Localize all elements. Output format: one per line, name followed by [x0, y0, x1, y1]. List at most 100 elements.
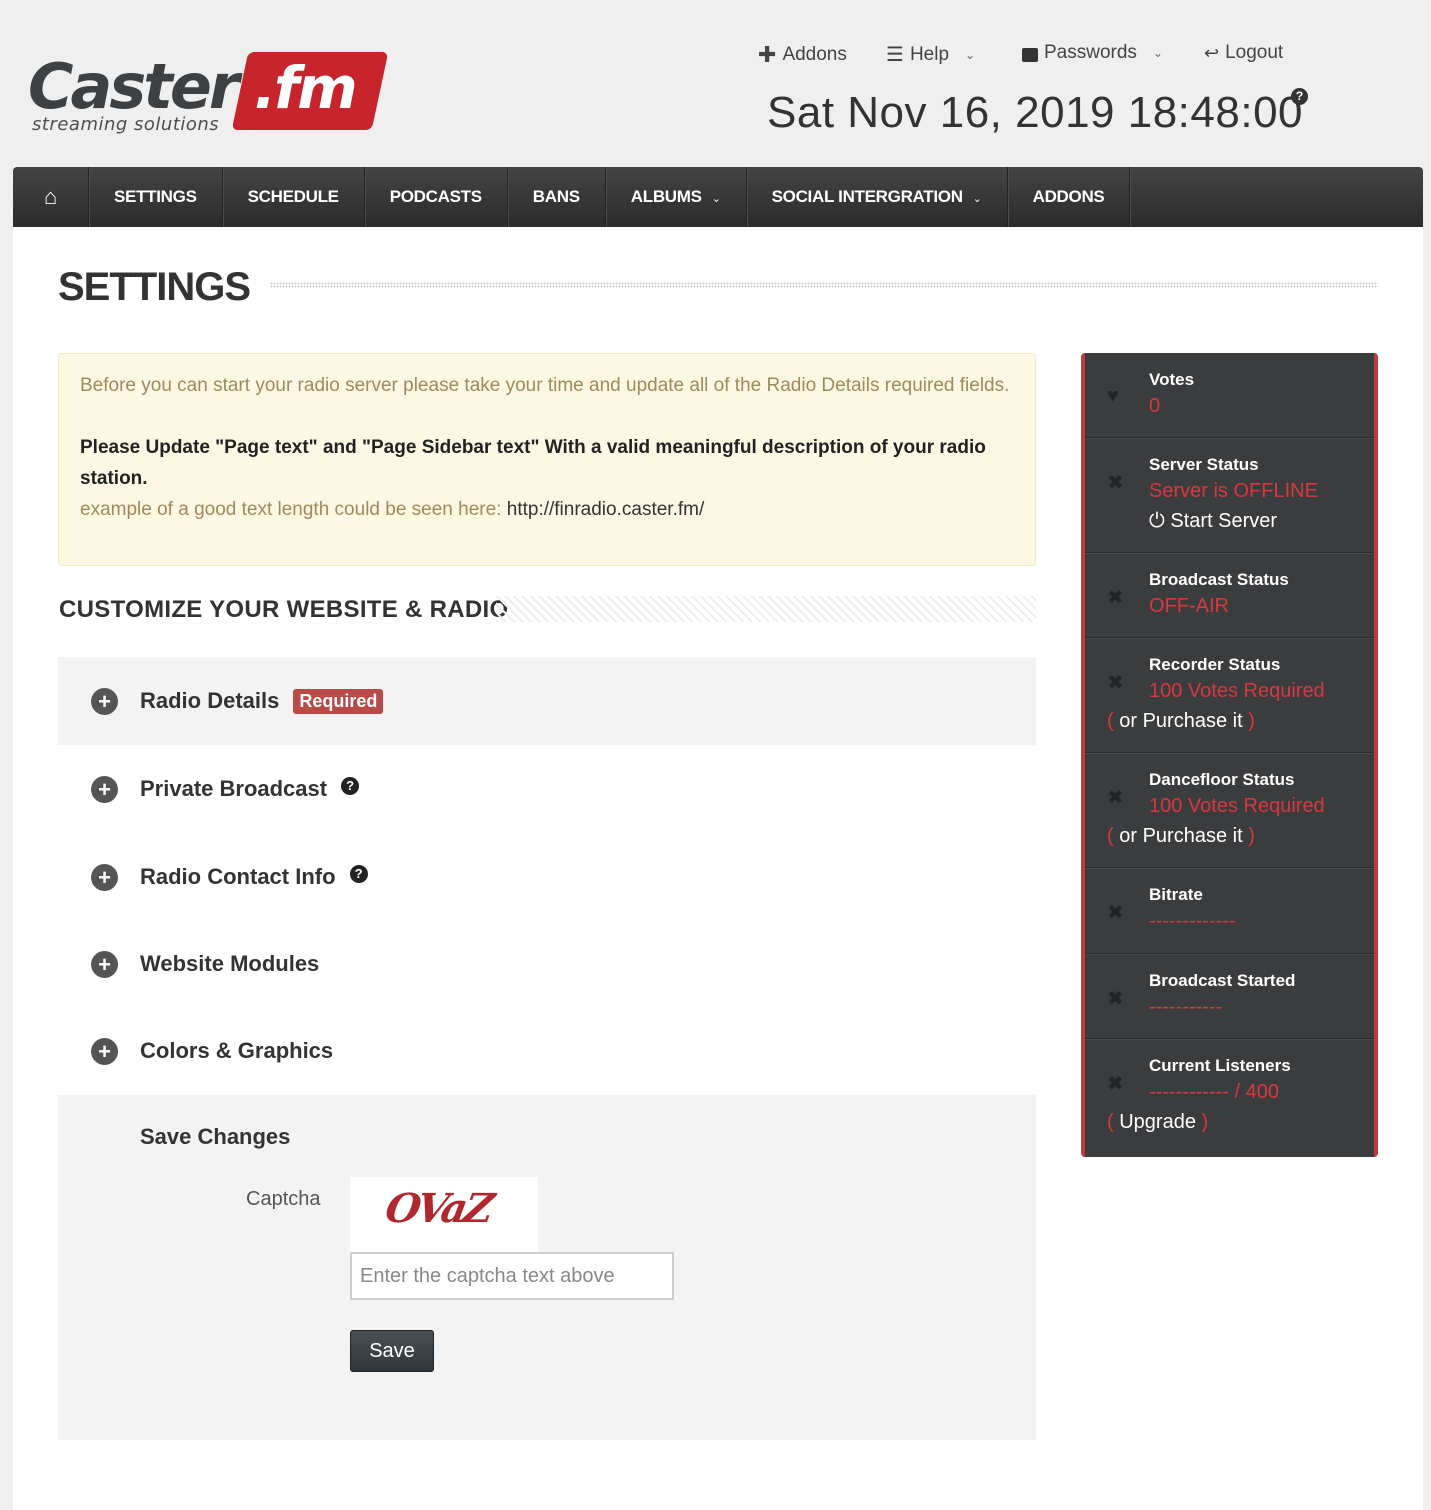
- accordion-colors-graphics[interactable]: + Colors & Graphics: [58, 1007, 1036, 1095]
- recorder-status-label: Recorder Status: [1149, 655, 1281, 674]
- expand-icon[interactable]: +: [91, 950, 118, 978]
- captcha-image: OVaZ: [350, 1177, 538, 1252]
- list-icon: ☰: [886, 44, 904, 66]
- nav-bans[interactable]: BANS: [508, 167, 606, 227]
- question-icon[interactable]: ?: [349, 865, 368, 883]
- accordion-label: Colors & Graphics: [140, 1038, 334, 1063]
- sidebar-broadcast-started: ✖ Broadcast Started -----------: [1085, 954, 1374, 1039]
- purchase-recorder-link[interactable]: ( or Purchase it ): [1107, 706, 1364, 736]
- status-sidebar: ♥ Votes 0 ✖ Server Status Server is OFFL…: [1081, 353, 1378, 1157]
- caster-fm-logo[interactable]: Caster .fm streaming solutions: [28, 50, 389, 138]
- recorder-status-value: 100 Votes Required: [1149, 680, 1325, 702]
- logo-suffix: .fm: [254, 54, 358, 122]
- passwords-label: Passwords: [1044, 42, 1137, 63]
- captcha-text: OVaZ: [381, 1185, 495, 1232]
- start-server-label: Start Server: [1170, 510, 1278, 532]
- section-title: CUSTOMIZE YOUR WEBSITE & RADIO: [59, 596, 509, 623]
- passwords-menu[interactable]: Passwords ⌄: [1022, 42, 1163, 64]
- accordion-label: Radio Details: [140, 688, 280, 713]
- server-status-label: Server Status: [1149, 455, 1259, 474]
- accordion-label: Website Modules: [140, 951, 320, 976]
- heart-icon: ♥: [1107, 385, 1119, 407]
- purchase-dancefloor-link[interactable]: ( or Purchase it ): [1107, 821, 1364, 851]
- sidebar-server-status: ✖ Server Status Server is OFFLINE ⏻ Star…: [1085, 438, 1374, 553]
- votes-label: Votes: [1149, 370, 1195, 389]
- nav-podcasts[interactable]: PODCASTS: [365, 167, 508, 227]
- accordion-radio-details[interactable]: + Radio Details Required: [58, 657, 1036, 745]
- addons-label: Addons: [782, 44, 847, 65]
- purchase-label: or Purchase it: [1119, 710, 1243, 732]
- nav-schedule[interactable]: SCHEDULE: [223, 167, 365, 227]
- accordion-label: Private Broadcast: [140, 776, 328, 801]
- server-status-value: Server is OFFLINE: [1149, 480, 1318, 502]
- sidebar-recorder-status: ✖ Recorder Status 100 Votes Required ( o…: [1085, 638, 1374, 753]
- purchase-label: or Purchase it: [1119, 825, 1243, 847]
- accordion-radio-contact-info[interactable]: + Radio Contact Info ?: [58, 833, 1036, 921]
- expand-icon[interactable]: +: [91, 863, 118, 891]
- accordion-website-modules[interactable]: + Website Modules: [58, 920, 1036, 1008]
- paren-open: (: [1107, 825, 1114, 847]
- accordion-label: Radio Contact Info: [140, 864, 336, 889]
- upgrade-label: Upgrade: [1119, 1111, 1196, 1133]
- logo-tagline: streaming solutions: [32, 114, 220, 135]
- captcha-label: Captcha: [246, 1188, 321, 1210]
- current-listeners-value: ------------ / 400: [1149, 1081, 1279, 1103]
- home-icon[interactable]: ⌂: [13, 167, 89, 227]
- close-icon: ✖: [1107, 787, 1124, 809]
- expand-icon[interactable]: +: [91, 775, 118, 803]
- save-button[interactable]: Save: [350, 1330, 434, 1372]
- bitrate-label: Bitrate: [1149, 885, 1203, 904]
- paren-close: ): [1248, 710, 1255, 732]
- accordion-private-broadcast[interactable]: + Private Broadcast ?: [58, 745, 1036, 833]
- expand-icon[interactable]: +: [91, 687, 118, 715]
- nav-addons[interactable]: ADDONS: [1008, 167, 1131, 227]
- server-clock: Sat Nov 16, 2019 18:48:00: [767, 88, 1304, 137]
- alert-example: example of a good text length could be s…: [80, 494, 1014, 525]
- sidebar-current-listeners: ✖ Current Listeners ------------ / 400 (…: [1085, 1039, 1374, 1157]
- dancefloor-status-label: Dancefloor Status: [1149, 770, 1295, 789]
- current-listeners-label: Current Listeners: [1149, 1056, 1291, 1075]
- chevron-down-icon: ⌄: [972, 193, 982, 205]
- chevron-down-icon: ⌄: [711, 193, 721, 205]
- logout-link[interactable]: ↩ Logout: [1204, 42, 1283, 64]
- paren-close: ): [1248, 825, 1255, 847]
- close-icon: ✖: [1107, 902, 1124, 924]
- nav-albums[interactable]: ALBUMS ⌄: [606, 167, 747, 227]
- required-badge: Required: [293, 688, 384, 714]
- addons-link[interactable]: ✚ Addons: [758, 42, 847, 68]
- votes-value: 0: [1149, 395, 1161, 417]
- logo-wordmark: Caster: [28, 50, 240, 123]
- nav-social[interactable]: SOCIAL INTERGRATION ⌄: [747, 167, 1008, 227]
- nav-albums-label: ALBUMS: [630, 187, 702, 206]
- title-divider: [270, 282, 1378, 288]
- main-content: SETTINGS Before you can start your radio…: [13, 227, 1423, 1510]
- close-icon: ✖: [1107, 988, 1124, 1010]
- example-link[interactable]: http://finradio.caster.fm/: [507, 499, 704, 520]
- question-icon[interactable]: ?: [341, 777, 360, 795]
- save-changes-panel: Save Changes Captcha OVaZ Save: [58, 1095, 1036, 1440]
- close-icon: ✖: [1107, 672, 1124, 694]
- alert-strong-message: Please Update "Page text" and "Page Side…: [80, 437, 986, 489]
- broadcast-started-label: Broadcast Started: [1149, 971, 1296, 990]
- upgrade-link[interactable]: ( Upgrade ): [1107, 1107, 1364, 1137]
- page-title: SETTINGS: [58, 265, 251, 309]
- captcha-input[interactable]: [350, 1252, 674, 1300]
- nav-social-label: SOCIAL INTERGRATION: [771, 187, 963, 206]
- nav-settings[interactable]: SETTINGS: [89, 167, 223, 227]
- broadcast-started-value: -----------: [1149, 996, 1223, 1018]
- power-icon: ⏻: [1149, 510, 1165, 532]
- expand-icon[interactable]: +: [91, 1037, 118, 1065]
- logout-label: Logout: [1225, 42, 1284, 63]
- main-nav: ⌂ SETTINGS SCHEDULE PODCASTS BANS ALBUMS…: [13, 167, 1423, 227]
- sidebar-dancefloor-status: ✖ Dancefloor Status 100 Votes Required (…: [1085, 753, 1374, 868]
- close-icon: ✖: [1107, 587, 1124, 609]
- paren-open: (: [1107, 1111, 1114, 1133]
- bitrate-value: -------------: [1149, 910, 1236, 932]
- warning-alert: Before you can start your radio server p…: [58, 353, 1036, 566]
- question-icon[interactable]: ?: [1291, 88, 1308, 105]
- plus-icon: ✚: [758, 42, 777, 67]
- paren-close: ): [1201, 1111, 1209, 1133]
- paren-open: (: [1107, 710, 1114, 732]
- start-server-button[interactable]: ⏻ Start Server: [1149, 506, 1364, 536]
- help-menu[interactable]: ☰ Help ⌄: [886, 42, 975, 67]
